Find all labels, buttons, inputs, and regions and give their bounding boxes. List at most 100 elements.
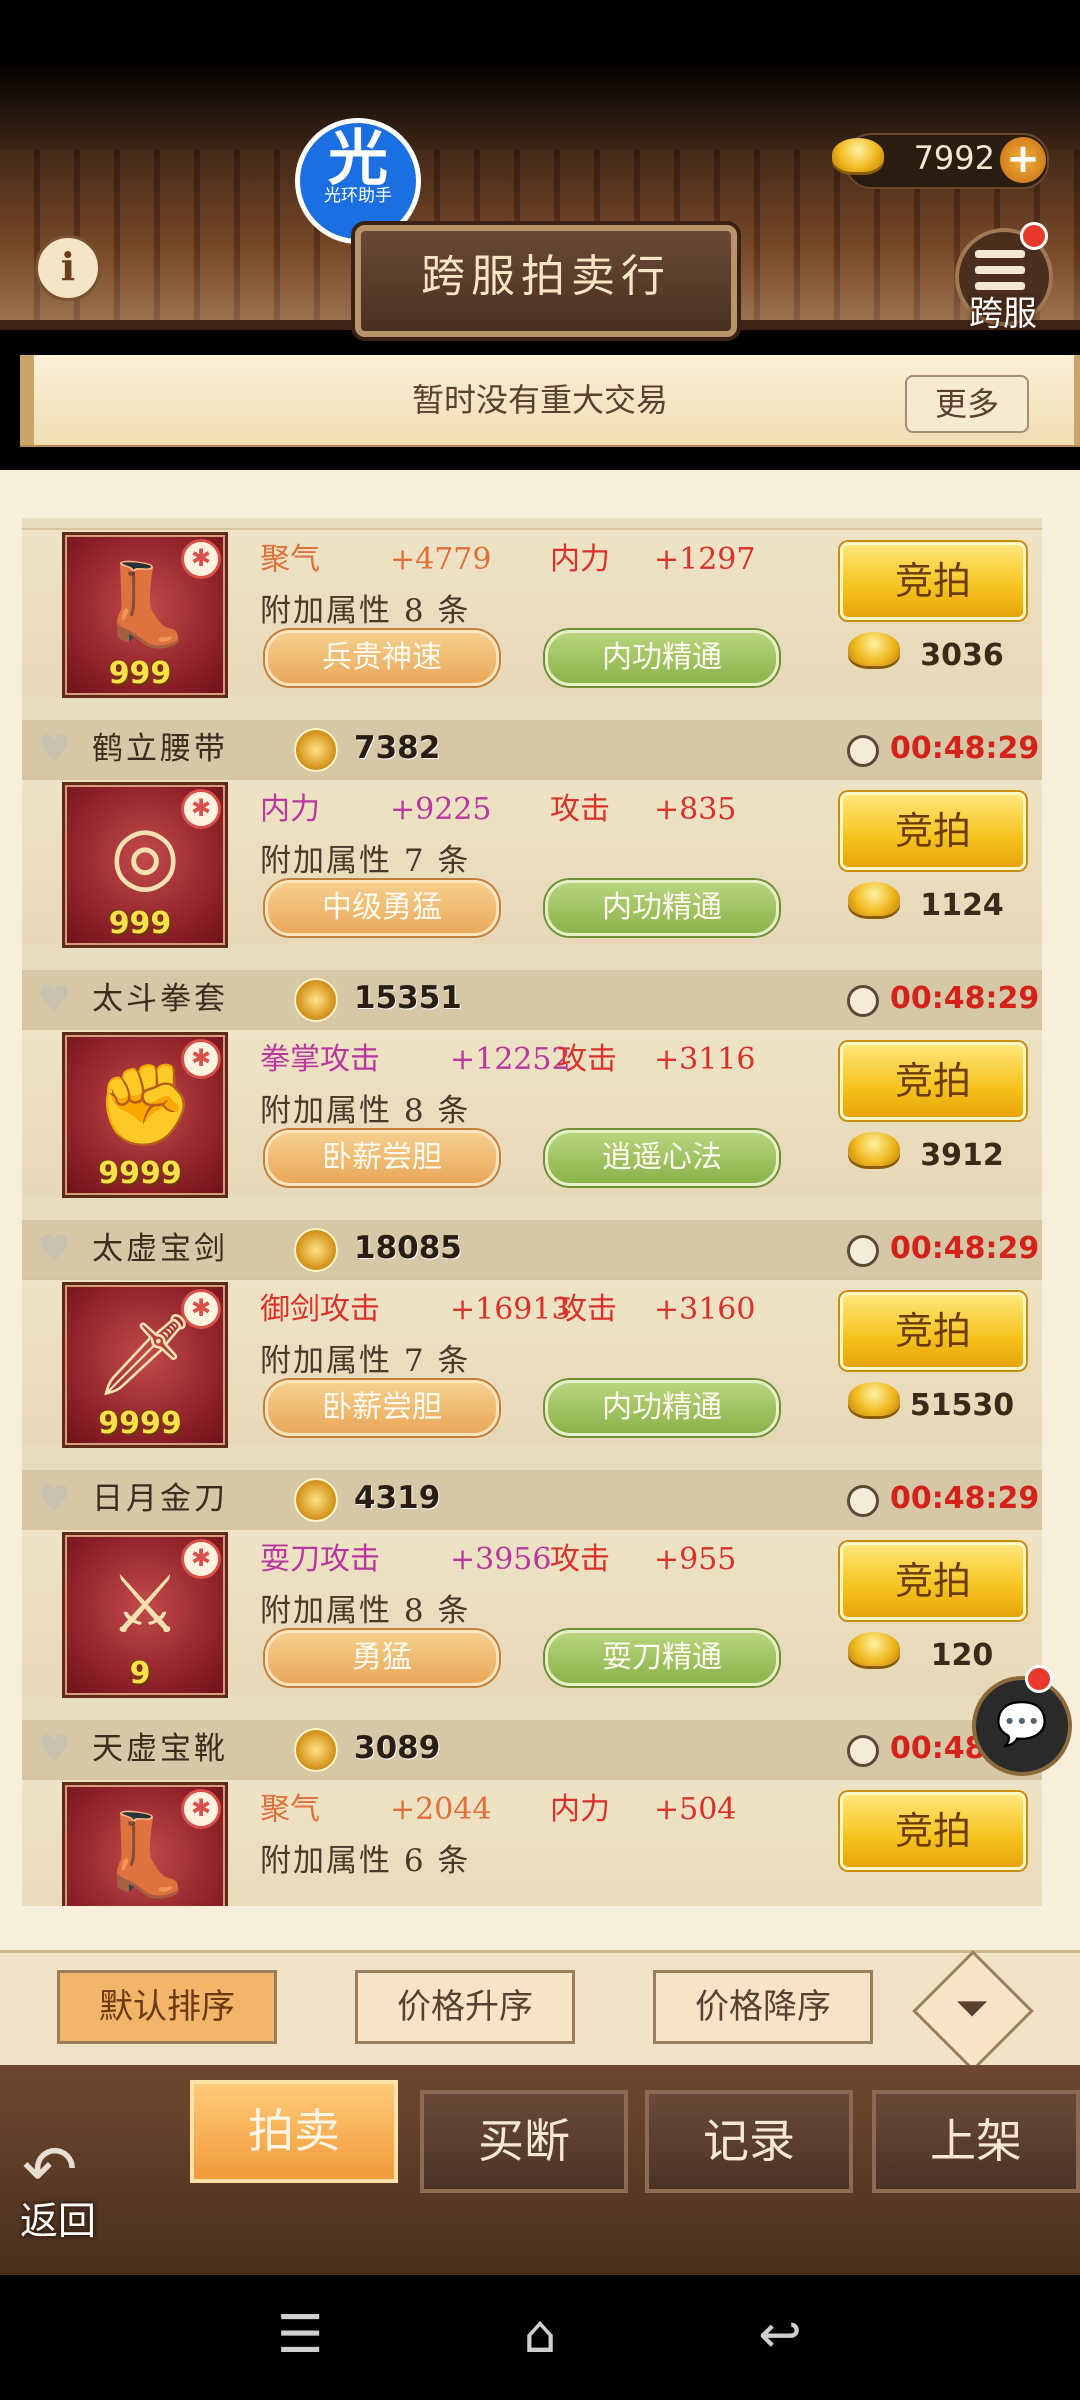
helper-label: 光环助手: [324, 186, 392, 206]
helper-glyph: 光: [328, 124, 388, 194]
skill-tag: 逍遥心法: [545, 1130, 779, 1186]
auction-item-card[interactable]: ◎ ✱ 999 内力 +9225 攻击 +835 附加属性 7 条中级勇猛 内功精通 竞拍 1124: [22, 778, 1042, 948]
reference-price: 3089: [354, 1730, 441, 1766]
bonus-attribute-count: 附加属性 8 条: [260, 1093, 471, 1129]
star-badge-icon: ✱: [181, 1039, 221, 1079]
attr2-name: 攻击: [550, 1542, 610, 1577]
countdown-timer: 00:48:29: [890, 981, 1040, 1016]
tab-list-item[interactable]: 上架: [872, 2090, 1080, 2193]
auction-list[interactable]: 👢 ✱ 999 聚气 +4779 内力 +1297 附加属性 8 条兵贵神速 内功精通 竞拍 303…: [22, 518, 1042, 1906]
item-name-bar[interactable]: ♥ 鹤立腰带 7382 00:48:29: [22, 720, 1042, 778]
item-name-bar[interactable]: ♥ 天虚宝靴 3089 00:48:29: [22, 1720, 1042, 1778]
item-name: 日月金刀: [92, 1481, 228, 1517]
bonus-attribute-count: 附加属性 6 条: [260, 1843, 471, 1879]
tab-buyout[interactable]: 买断: [420, 2090, 628, 2193]
belt-icon[interactable]: ◎ ✱ 999: [62, 782, 228, 948]
gauntlet-icon[interactable]: ✊ ✱ 9999: [62, 1032, 228, 1198]
attr2-value: +504: [654, 1792, 737, 1827]
filter-icon: ⏷: [955, 1983, 989, 2032]
boots-icon[interactable]: 👢 ✱ 999: [62, 532, 228, 698]
currency-amount: 7992: [913, 139, 995, 177]
attr2-value: +3160: [654, 1292, 756, 1327]
sort-price-desc-button[interactable]: 价格降序: [653, 1970, 873, 2044]
bid-button[interactable]: 竞拍: [840, 1542, 1026, 1620]
star-badge-icon: ✱: [181, 539, 221, 579]
attr1-value: +2044: [390, 1792, 492, 1827]
item-name-bar[interactable]: ♥ 日月金刀 4319 00:48:29: [22, 1470, 1042, 1528]
gold-ingot-icon: [832, 138, 884, 172]
favorite-heart-icon[interactable]: ♥: [37, 980, 75, 1018]
item-name-bar[interactable]: ♥ 太斗拳套 15351 00:48:29: [22, 970, 1042, 1028]
clock-icon: [847, 1735, 879, 1767]
favorite-heart-icon[interactable]: ♥: [37, 1230, 75, 1268]
blade-icon[interactable]: ⚔ ✱ 9: [62, 1532, 228, 1698]
bonus-attribute-count: 附加属性 8 条: [260, 593, 471, 629]
gold-ingot-icon: [848, 882, 900, 916]
attr1-name: 聚气: [260, 542, 320, 577]
sword-icon[interactable]: 🗡 ✱ 9999: [62, 1282, 228, 1448]
item-name-bar[interactable]: ♥ 太虚宝剑 18085 00:48:29: [22, 1220, 1042, 1278]
gold-ingot-icon: [848, 1132, 900, 1166]
item-name: 天虚宝靴: [92, 1731, 228, 1767]
bid-button[interactable]: 竞拍: [840, 1042, 1026, 1120]
star-badge-icon: ✱: [181, 1289, 221, 1329]
item-quantity: 9999: [98, 1406, 182, 1441]
countdown-timer: 00:48:29: [890, 1481, 1040, 1516]
chat-button[interactable]: 💬: [972, 1676, 1072, 1776]
bid-button[interactable]: 竞拍: [840, 1292, 1026, 1370]
current-bid-price: 120: [930, 1638, 994, 1673]
current-bid-price: 3036: [920, 638, 1004, 673]
boots-icon[interactable]: 👢 ✱: [62, 1782, 228, 1906]
bid-button[interactable]: 竞拍: [840, 792, 1026, 870]
item-quantity: 9999: [98, 1156, 182, 1191]
bid-button[interactable]: 竞拍: [840, 1792, 1026, 1870]
clock-icon: [847, 985, 879, 1017]
item-name: 鹤立腰带: [92, 731, 228, 767]
skill-tag: 兵贵神速: [265, 630, 499, 686]
coin-icon: [294, 978, 338, 1022]
back-button[interactable]: 返回: [20, 2190, 96, 2245]
skill-tag: 耍刀精通: [545, 1630, 779, 1686]
reference-price: 4319: [354, 1480, 441, 1516]
chat-notification-dot: [1025, 1665, 1053, 1693]
item-quantity: 999: [108, 906, 172, 941]
auction-item-card[interactable]: 👢 ✱ 聚气 +2044 内力 +504 附加属性 6 条 竞拍: [22, 1778, 1042, 1906]
tab-auction[interactable]: 拍卖: [190, 2080, 398, 2183]
add-currency-button[interactable]: +: [1000, 137, 1046, 183]
home-icon[interactable]: ⌂: [490, 2305, 590, 2365]
bid-button[interactable]: 竞拍: [840, 542, 1026, 620]
favorite-heart-icon[interactable]: ♥: [37, 730, 75, 768]
star-badge-icon: ✱: [181, 1539, 221, 1579]
star-badge-icon: ✱: [181, 1789, 221, 1829]
auction-item-card[interactable]: ✊ ✱ 9999 拳掌攻击 +12252 攻击 +3116 附加属性 8 条卧薪尝胆 逍遥心法竞…: [22, 1028, 1042, 1198]
auction-item-card[interactable]: 🗡 ✱ 9999 御剑攻击 +16913 攻击 +3160 附加属性 7 条卧薪尝胆 内功精通竞…: [22, 1278, 1042, 1448]
sort-default-button[interactable]: 默认排序: [57, 1970, 277, 2044]
coin-icon: [294, 1228, 338, 1272]
attr2-value: +835: [654, 792, 737, 827]
auction-item-card[interactable]: 👢 ✱ 999 聚气 +4779 内力 +1297 附加属性 8 条兵贵神速 内功精通 竞拍 303…: [22, 528, 1042, 698]
countdown-timer: 00:48:29: [890, 731, 1040, 766]
attr1-name: 耍刀攻击: [260, 1542, 380, 1577]
attr2-value: +3116: [654, 1042, 756, 1077]
info-icon: i: [60, 244, 76, 289]
reference-price: 7382: [354, 730, 441, 766]
skill-tag: 勇猛: [265, 1630, 499, 1686]
announcement-text: 暂时没有重大交易: [411, 381, 668, 419]
tab-records[interactable]: 记录: [645, 2090, 853, 2193]
notification-dot: [1020, 222, 1048, 250]
auction-item-card[interactable]: ⚔ ✱ 9 耍刀攻击 +3956 攻击 +955 附加属性 8 条勇猛 耍刀精通 竞拍 120: [22, 1528, 1042, 1698]
skill-tag: 中级勇猛: [265, 880, 499, 936]
sort-price-asc-button[interactable]: 价格升序: [355, 1970, 575, 2044]
attr1-name: 御剑攻击: [260, 1292, 380, 1327]
attr1-value: +16913: [450, 1292, 571, 1327]
favorite-heart-icon[interactable]: ♥: [37, 1730, 75, 1768]
bonus-attribute-count: 附加属性 8 条: [260, 1593, 471, 1629]
attr2-name: 内力: [550, 1792, 610, 1827]
attr2-name: 攻击: [550, 792, 610, 827]
coin-icon: [294, 1478, 338, 1522]
favorite-heart-icon[interactable]: ♥: [37, 1480, 75, 1518]
more-button[interactable]: 更多: [905, 375, 1029, 433]
info-button[interactable]: i: [35, 235, 101, 301]
back-nav-icon[interactable]: ↩: [730, 2305, 830, 2365]
menu-icon[interactable]: ☰: [250, 2305, 350, 2365]
